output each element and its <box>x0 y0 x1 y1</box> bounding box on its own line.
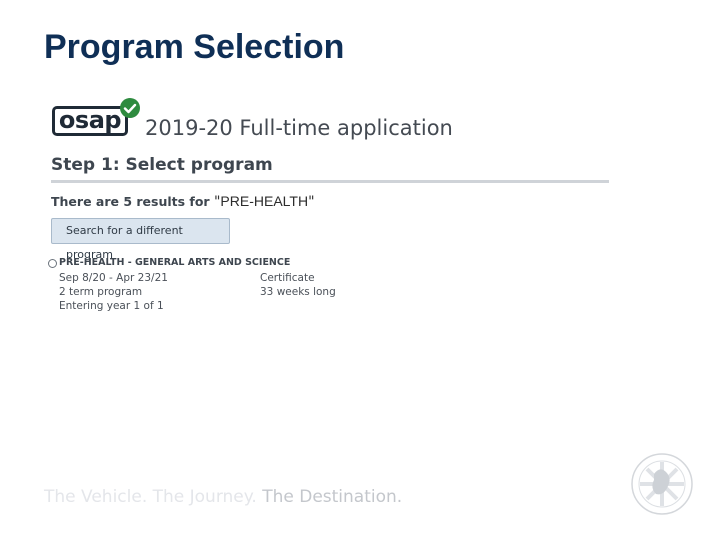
program-credential: Certificate <box>260 272 315 284</box>
program-name: PRE-HEALTH - GENERAL ARTS AND SCIENCE <box>59 257 291 268</box>
crest-icon <box>631 453 693 515</box>
app-header: osap 2019-20 Full-time application <box>50 96 470 146</box>
results-summary: There are 5 results for "PRE-HEALTH" <box>51 193 315 210</box>
tagline-part2: The Destination. <box>262 487 403 507</box>
tagline-part1: The Vehicle. The Journey. <box>44 487 257 507</box>
check-circle-icon <box>120 98 140 118</box>
step-heading: Step 1: Select program <box>51 155 273 175</box>
tagline: The Vehicle. The Journey. The Destinatio… <box>44 487 402 507</box>
page-title: Program Selection <box>44 28 345 66</box>
results-prefix: There are 5 results for <box>51 194 210 209</box>
program-duration: 33 weeks long <box>260 286 336 298</box>
program-radio[interactable] <box>48 259 57 268</box>
program-dates: Sep 8/20 - Apr 23/21 <box>59 272 168 284</box>
application-title: 2019-20 Full-time application <box>145 116 453 140</box>
divider <box>51 180 609 183</box>
search-term: PRE-HEALTH <box>220 193 309 209</box>
program-entry: Entering year 1 of 1 <box>59 300 164 312</box>
program-terms: 2 term program <box>59 286 143 298</box>
close-quote: " <box>308 194 315 210</box>
search-different-program-button[interactable]: Search for a different program <box>51 218 230 261</box>
osap-logo: osap <box>52 106 128 136</box>
